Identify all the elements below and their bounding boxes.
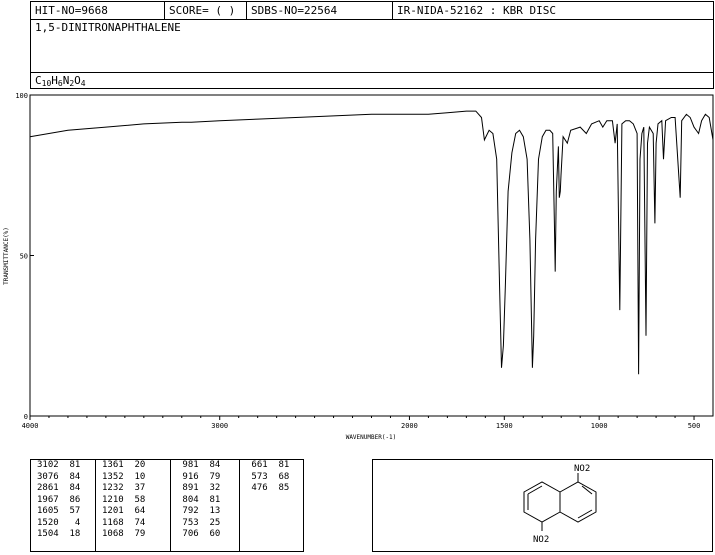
molecular-formula: C10H6N2O4 xyxy=(31,72,713,89)
y-axis-label: TRANSMITTANCE(%) xyxy=(3,227,10,285)
x-tick-label: 1500 xyxy=(496,422,513,430)
structure-box: NO2 NO2 xyxy=(372,459,713,552)
naphthalene-ring-left xyxy=(523,481,561,523)
peak-row: 706 60 xyxy=(177,529,221,539)
peak-row: 1520 4 xyxy=(37,517,81,528)
peak-row: 1352 10 xyxy=(102,471,146,482)
x-tick-label: 3000 xyxy=(211,422,228,430)
peak-row: 753 25 xyxy=(177,517,221,528)
peak-row: 804 81 xyxy=(177,494,221,505)
peak-column-3: 981 84 916 79 891 32 804 81 792 13 753 2… xyxy=(171,460,239,551)
peak-row: 1168 74 xyxy=(102,517,146,528)
double-bond xyxy=(527,485,543,495)
x-tick-label: 2000 xyxy=(401,422,418,430)
peak-column-1: 3102 81 3076 84 2861 84 1967 86 1605 57 1520 … xyxy=(31,460,95,551)
peak-row: 792 13 xyxy=(177,506,221,516)
molecule-structure: NO2 NO2 xyxy=(523,464,597,545)
compound-name: 1,5-DINITRONAPHTHALENE xyxy=(31,19,713,72)
peak-column-2: 1361 20 1352 10 1232 37 1210 58 1201 64 1168 … xyxy=(96,460,170,551)
peak-row: 981 84 xyxy=(177,460,221,470)
peak-row: 1504 18 xyxy=(37,529,81,539)
x-tick-label: 1000 xyxy=(591,422,608,430)
peak-row: 3102 81 xyxy=(37,460,81,470)
y-tick-label: 0 xyxy=(24,413,28,421)
nitro-label-top: NO2 xyxy=(574,464,590,474)
x-axis-label: WAVENUMBER(-1) xyxy=(346,434,397,441)
peak-row: 661 81 xyxy=(246,460,290,470)
y-tick-label: 50 xyxy=(20,253,28,261)
hit-number: HIT-NO=9668 xyxy=(31,2,165,19)
peak-row: 1210 58 xyxy=(102,494,146,505)
sdbs-number: SDBS-NO=22564 xyxy=(247,2,393,19)
ir-spectrum-chart: 0 50 100 4000 3000 2000 1500 1000 500 TRANSMITT… xyxy=(3,92,714,441)
peak-row: 891 32 xyxy=(177,483,221,493)
peak-row: 1201 64 xyxy=(102,506,146,516)
y-axis: 0 50 100 xyxy=(15,92,34,421)
nitro-label-bottom: NO2 xyxy=(533,535,549,545)
spectrum-trace xyxy=(29,110,714,375)
plot-frame xyxy=(29,94,714,417)
ir-nida-number: IR-NIDA-52162 : KBR DISC xyxy=(397,4,556,17)
peak-row: 573 68 xyxy=(246,471,290,482)
peak-row: 2861 84 xyxy=(37,483,81,493)
peak-row: 1605 57 xyxy=(37,506,81,516)
x-axis: 4000 3000 2000 1500 1000 500 xyxy=(22,416,701,430)
y-tick-label: 100 xyxy=(15,92,28,100)
x-tick-label: 4000 xyxy=(22,422,39,430)
peak-row: 1967 86 xyxy=(37,494,81,505)
peak-row: 916 79 xyxy=(177,471,221,482)
peak-row: 1068 79 xyxy=(102,529,146,539)
double-bond xyxy=(577,509,593,519)
peak-table: 3102 81 3076 84 2861 84 1967 86 1605 57 1520 … xyxy=(30,459,304,552)
score: SCORE= ( ) xyxy=(165,2,247,19)
spectrum-header: HIT-NO=9668 SCORE= ( ) SDBS-NO=22564 IR-… xyxy=(30,1,714,89)
peak-row: 476 85 xyxy=(246,483,290,493)
peak-row: 1232 37 xyxy=(102,483,146,493)
peak-row: 3076 84 xyxy=(37,471,81,482)
peak-row: 1361 20 xyxy=(102,460,146,470)
naphthalene-ring-right xyxy=(559,481,597,523)
x-tick-label: 500 xyxy=(688,422,701,430)
peak-column-4: 661 81 573 68 476 85 xyxy=(240,460,303,551)
